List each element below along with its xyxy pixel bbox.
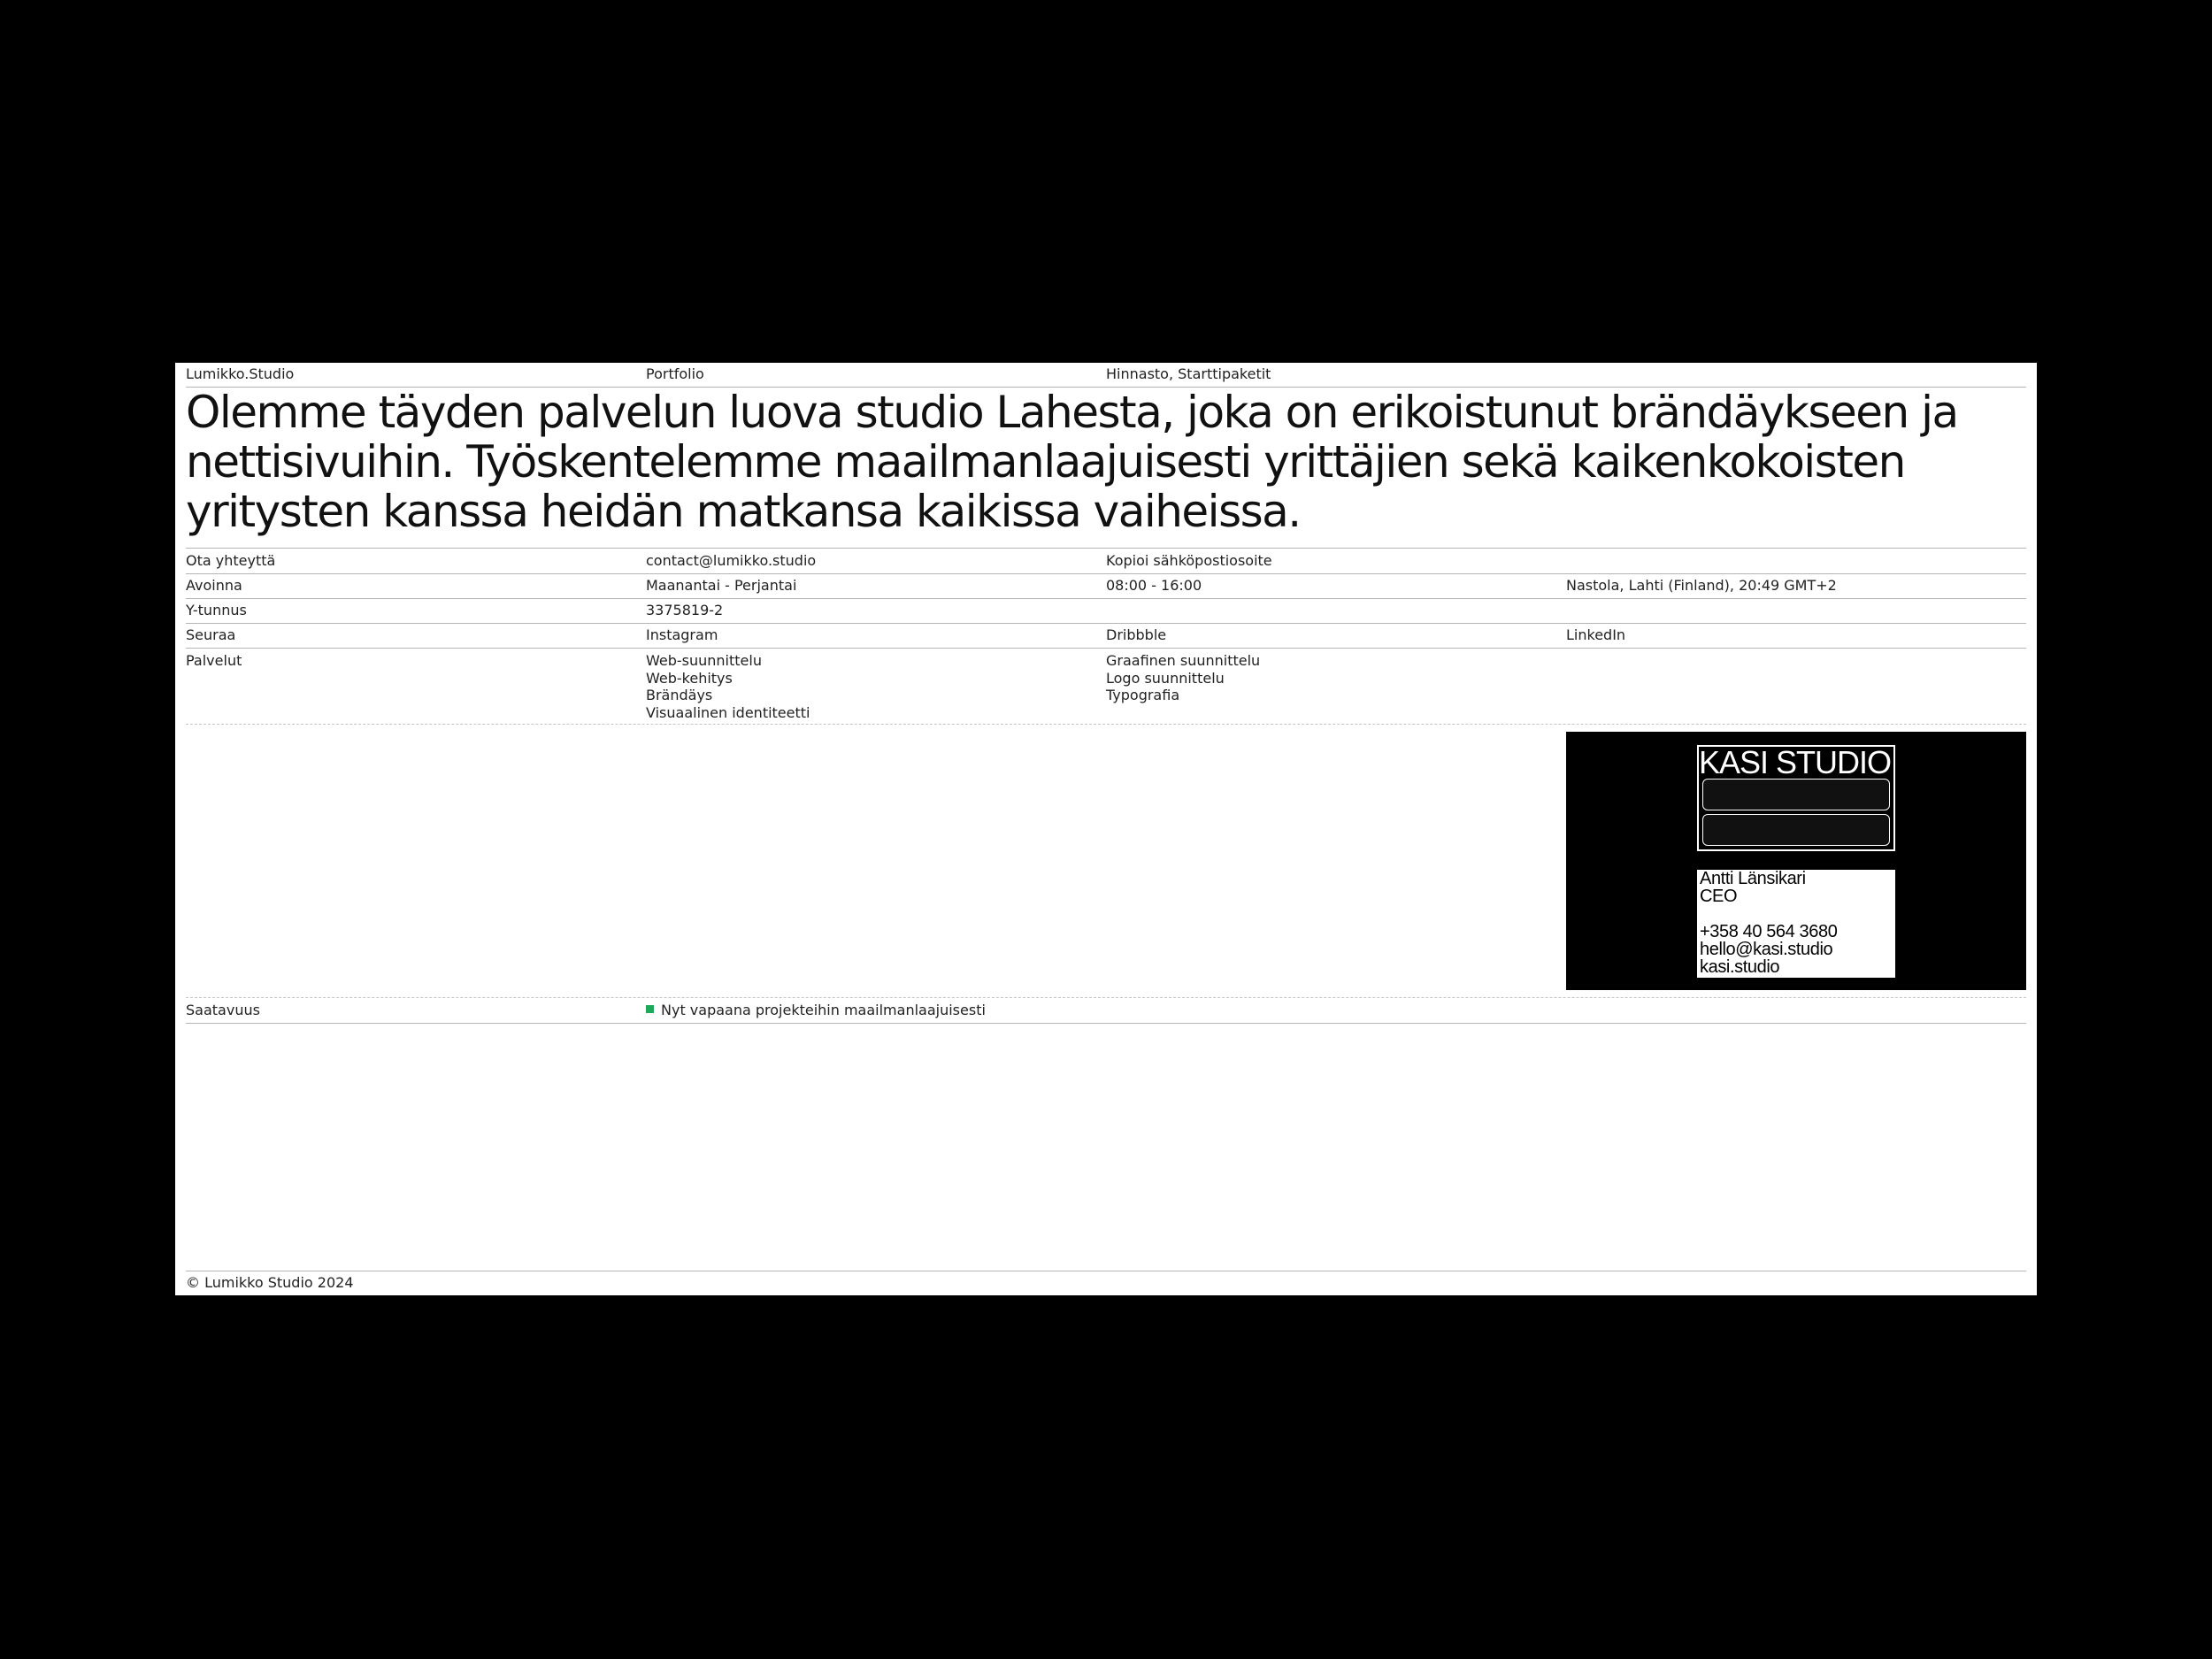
card-spacer: [1700, 905, 1895, 923]
intro-headline: Olemme täyden palvelun luova studio Lahe…: [186, 387, 1959, 537]
contact-label: Ota yhteyttä: [186, 552, 276, 569]
brand-link[interactable]: Lumikko.Studio: [186, 365, 294, 382]
divider: [186, 598, 2026, 599]
card-decorative-bar: [1702, 779, 1890, 810]
card-decorative-bar: [1702, 814, 1890, 846]
service-item: Visuaalinen identiteetti: [646, 703, 810, 721]
business-card-front: KASI STUDIO: [1697, 745, 1895, 851]
divider: [186, 724, 2026, 725]
business-id-label: Y-tunnus: [186, 602, 247, 618]
location-time: Nastola, Lahti (Finland), 20:49 GMT+2: [1566, 577, 1837, 594]
service-item: Brändäys: [646, 687, 713, 703]
hours-days: Maanantai - Perjantai: [646, 577, 797, 594]
divider: [186, 573, 2026, 574]
linkedin-link[interactable]: LinkedIn: [1566, 626, 1625, 643]
divider: [186, 997, 2026, 998]
nav-pricing-link[interactable]: Hinnasto, Starttipaketit: [1106, 365, 1271, 382]
page-content: Lumikko.Studio Portfolio Hinnasto, Start…: [186, 363, 2026, 1295]
availability-status-text: Nyt vapaana projekteihin maailmanlaajuis…: [661, 1002, 986, 1018]
hours-label: Avoinna: [186, 577, 242, 594]
follow-label: Seuraa: [186, 626, 236, 643]
services-list-1: Web-suunnittelu Web-kehitys Brändäys Vis…: [646, 652, 810, 721]
dribbble-link[interactable]: Dribbble: [1106, 626, 1166, 643]
service-item: Graafinen suunnittelu: [1106, 652, 1261, 669]
card-website: kasi.studio: [1700, 957, 1780, 977]
business-card-back: Antti Länsikari CEO +358 40 564 3680 hel…: [1697, 870, 1895, 978]
contact-email-link[interactable]: contact@lumikko.studio: [646, 552, 816, 569]
availability-status: Nyt vapaana projekteihin maailmanlaajuis…: [646, 1002, 986, 1018]
service-item: Web-kehitys: [646, 669, 733, 687]
status-indicator-icon: [646, 1005, 654, 1013]
divider: [186, 548, 2026, 549]
page-frame: Lumikko.Studio Portfolio Hinnasto, Start…: [175, 363, 2037, 1295]
card-title: CEO: [1700, 887, 1738, 906]
card-name: Antti Länsikari: [1700, 869, 1806, 888]
service-item: Web-suunnittelu: [646, 652, 762, 669]
copyright: © Lumikko Studio 2024: [186, 1274, 354, 1291]
card-logo-text: KASI STUDIO: [1699, 744, 1892, 780]
services-label: Palvelut: [186, 652, 242, 669]
divider: [186, 648, 2026, 649]
instagram-link[interactable]: Instagram: [646, 626, 718, 643]
divider: [186, 1023, 2026, 1024]
services-list-2: Graafinen suunnittelu Logo suunnittelu T…: [1106, 652, 1260, 704]
service-item: Typografia: [1106, 687, 1180, 703]
availability-label: Saatavuus: [186, 1002, 260, 1018]
service-item: Logo suunnittelu: [1106, 669, 1225, 687]
card-email: hello@kasi.studio: [1700, 940, 1833, 959]
business-card-image: KASI STUDIO Antti Länsikari CEO +358 40 …: [1566, 732, 2026, 990]
divider: [186, 623, 2026, 624]
card-phone: +358 40 564 3680: [1700, 922, 1838, 941]
copy-email-button[interactable]: Kopioi sähköpostiosoite: [1106, 552, 1272, 569]
hours-time: 08:00 - 16:00: [1106, 577, 1202, 594]
nav-portfolio-link[interactable]: Portfolio: [646, 365, 704, 382]
business-id-value: 3375819-2: [646, 602, 724, 618]
